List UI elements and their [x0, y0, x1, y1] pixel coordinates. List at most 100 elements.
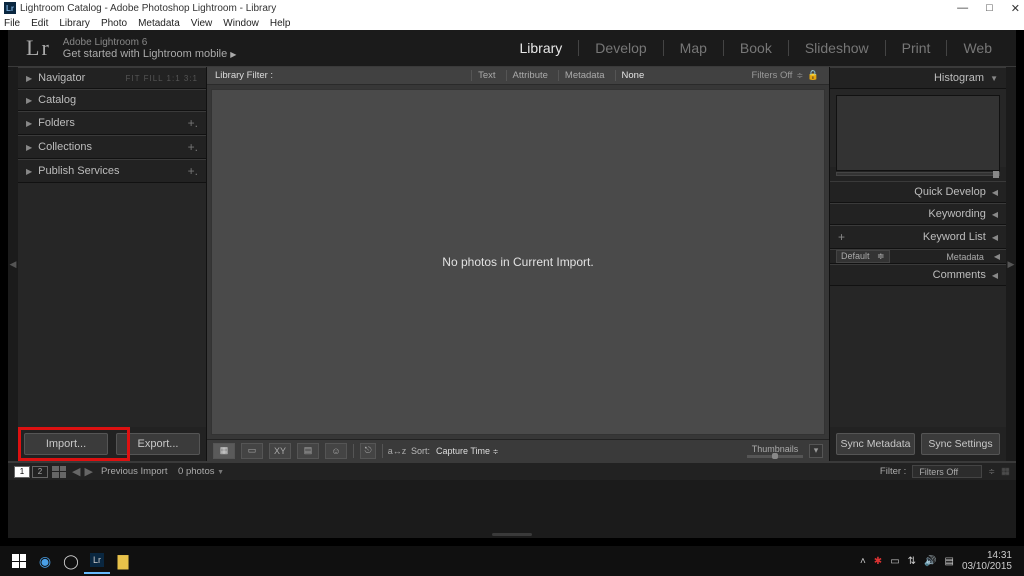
disclosure-icon: ◀	[992, 188, 998, 197]
menu-metadata[interactable]: Metadata	[138, 18, 180, 29]
publish-label: Publish Services	[38, 165, 119, 177]
grid-view[interactable]: No photos in Current Import.	[211, 89, 825, 435]
panel-navigator[interactable]: ▶ Navigator FIT FILL 1:1 3:1	[18, 67, 206, 89]
panel-keyword-list[interactable]: + Keyword List ◀	[830, 225, 1006, 249]
module-picker: Library Develop Map Book Slideshow Print…	[514, 40, 999, 56]
screen-switcher[interactable]: 1 2	[14, 466, 48, 478]
second-display-button[interactable]: 2	[32, 466, 48, 478]
filmstrip-filter-value[interactable]: Filters Off	[912, 465, 982, 478]
empty-message: No photos in Current Import.	[442, 255, 593, 269]
sync-metadata-button[interactable]: Sync Metadata	[836, 433, 915, 455]
main-display-button[interactable]: 1	[14, 466, 30, 478]
filter-text[interactable]: Text	[471, 70, 501, 81]
add-keyword-icon[interactable]: +	[838, 230, 845, 244]
right-edge-collapse[interactable]: ▶	[1006, 67, 1016, 461]
filters-off-toggle[interactable]: Filters Off	[751, 70, 792, 81]
thumbnail-size-slider[interactable]	[747, 455, 803, 458]
menu-file[interactable]: File	[4, 18, 20, 29]
menu-library[interactable]: Library	[59, 18, 90, 29]
menu-help[interactable]: Help	[270, 18, 291, 29]
window-maximize-button[interactable]: □	[986, 2, 993, 15]
disclosure-icon: ◀	[992, 233, 998, 242]
histogram-display	[830, 89, 1006, 167]
filter-preset-menu-icon[interactable]: ≑	[988, 467, 995, 476]
metadata-preset-select[interactable]: Default ≑	[836, 250, 890, 263]
grid-icon[interactable]	[52, 466, 66, 478]
disclosure-icon: ◀	[994, 252, 1000, 261]
filter-menu-icon[interactable]: ≑	[796, 71, 803, 80]
menu-edit[interactable]: Edit	[31, 18, 48, 29]
add-collection-icon[interactable]: +.	[188, 140, 198, 154]
tray-wifi-icon[interactable]: ⇅	[908, 556, 916, 567]
panel-keywording[interactable]: Keywording ◀	[830, 203, 1006, 225]
filter-lock-icon[interactable]: 🔒	[807, 70, 819, 81]
module-book[interactable]: Book	[734, 40, 778, 56]
taskbar-app-chrome[interactable]: ◯	[58, 548, 84, 574]
painter-tool-button[interactable]: ⎋	[360, 443, 376, 459]
panel-comments[interactable]: Comments ◀	[830, 264, 1006, 286]
tray-av-icon[interactable]: ✱	[874, 556, 882, 567]
grid-toolbar: ▦ ▭ XY ▤ ☺ ⎋ a↔z Sort: Capture Time ≑ Th…	[207, 439, 829, 461]
panel-metadata[interactable]: Default ≑ Metadata ◀	[830, 249, 1006, 264]
histogram-slider[interactable]	[830, 167, 1006, 181]
panel-histogram[interactable]: Histogram ▼	[830, 67, 1006, 89]
sync-settings-button[interactable]: Sync Settings	[921, 433, 1000, 455]
filter-lock-icon[interactable]: ▦	[1001, 466, 1010, 477]
window-close-button[interactable]: ✕	[1011, 2, 1020, 15]
panel-folders[interactable]: ▶ Folders +.	[18, 111, 206, 135]
panel-publish-services[interactable]: ▶ Publish Services +.	[18, 159, 206, 183]
module-library[interactable]: Library	[514, 40, 569, 56]
sort-value[interactable]: Capture Time ≑	[436, 446, 498, 456]
brand-line1: Adobe Lightroom 6	[63, 37, 237, 48]
panel-catalog[interactable]: ▶ Catalog	[18, 89, 206, 111]
menu-window[interactable]: Window	[223, 18, 259, 29]
taskbar-app-lightroom[interactable]: Lr	[84, 548, 110, 574]
source-label[interactable]: Previous Import	[101, 466, 168, 477]
nav-forward-icon[interactable]: ▶	[84, 465, 92, 478]
survey-view-button[interactable]: ▤	[297, 443, 319, 459]
navigator-levels[interactable]: FIT FILL 1:1 3:1	[126, 74, 198, 83]
disclosure-icon: ▶	[26, 119, 32, 128]
module-slideshow[interactable]: Slideshow	[799, 40, 875, 56]
loupe-view-button[interactable]: ▭	[241, 443, 263, 459]
nav-back-icon[interactable]: ◀	[72, 465, 80, 478]
panel-quick-develop[interactable]: Quick Develop ◀	[830, 181, 1006, 203]
sort-direction-button[interactable]: a↔z	[389, 443, 405, 459]
filter-metadata[interactable]: Metadata	[558, 70, 611, 81]
add-folder-icon[interactable]: +.	[188, 116, 198, 130]
brand-chevron-icon[interactable]: ▶	[230, 50, 236, 59]
grid-view-button[interactable]: ▦	[213, 443, 235, 459]
menu-photo[interactable]: Photo	[101, 18, 127, 29]
taskbar-app-explorer[interactable]: ▇	[110, 548, 136, 574]
import-button[interactable]: Import...	[24, 433, 108, 455]
clock-date: 03/10/2015	[962, 561, 1012, 572]
taskbar-app-edge[interactable]: ◉	[32, 548, 58, 574]
tray-up-icon[interactable]: ˄	[860, 556, 866, 567]
lightroom-logo: Lr	[26, 35, 51, 61]
add-publish-icon[interactable]: +.	[188, 164, 198, 178]
left-edge-collapse[interactable]: ◀	[8, 67, 18, 461]
module-web[interactable]: Web	[957, 40, 998, 56]
taskbar[interactable]: ◉ ◯ Lr ▇ ˄ ✱ ▭ ⇅ 🔊 ▤ 14:31 03/10/2015	[0, 546, 1024, 576]
taskbar-clock[interactable]: 14:31 03/10/2015	[962, 550, 1018, 572]
module-develop[interactable]: Develop	[589, 40, 652, 56]
export-button[interactable]: Export...	[116, 433, 200, 455]
filter-attribute[interactable]: Attribute	[506, 70, 554, 81]
start-button[interactable]	[6, 548, 32, 574]
panel-collections[interactable]: ▶ Collections +.	[18, 135, 206, 159]
toolbar-menu-button[interactable]: ▾	[809, 444, 823, 458]
module-map[interactable]: Map	[674, 40, 713, 56]
window-minimize-button[interactable]: —	[957, 2, 968, 15]
menu-view[interactable]: View	[191, 18, 213, 29]
people-view-button[interactable]: ☺	[325, 443, 347, 459]
tray-network-icon[interactable]: ▭	[890, 556, 899, 567]
filmstrip[interactable]	[8, 480, 1016, 530]
filmstrip-handle[interactable]	[8, 530, 1016, 538]
module-print[interactable]: Print	[896, 40, 937, 56]
tray-volume-icon[interactable]: 🔊	[924, 556, 936, 567]
brand-line2[interactable]: Get started with Lightroom mobile	[63, 48, 227, 60]
tray-input-icon[interactable]: ▤	[944, 556, 953, 567]
center-area: Library Filter : Text Attribute Metadata…	[206, 67, 830, 461]
compare-view-button[interactable]: XY	[269, 443, 291, 459]
filter-none[interactable]: None	[615, 70, 651, 81]
